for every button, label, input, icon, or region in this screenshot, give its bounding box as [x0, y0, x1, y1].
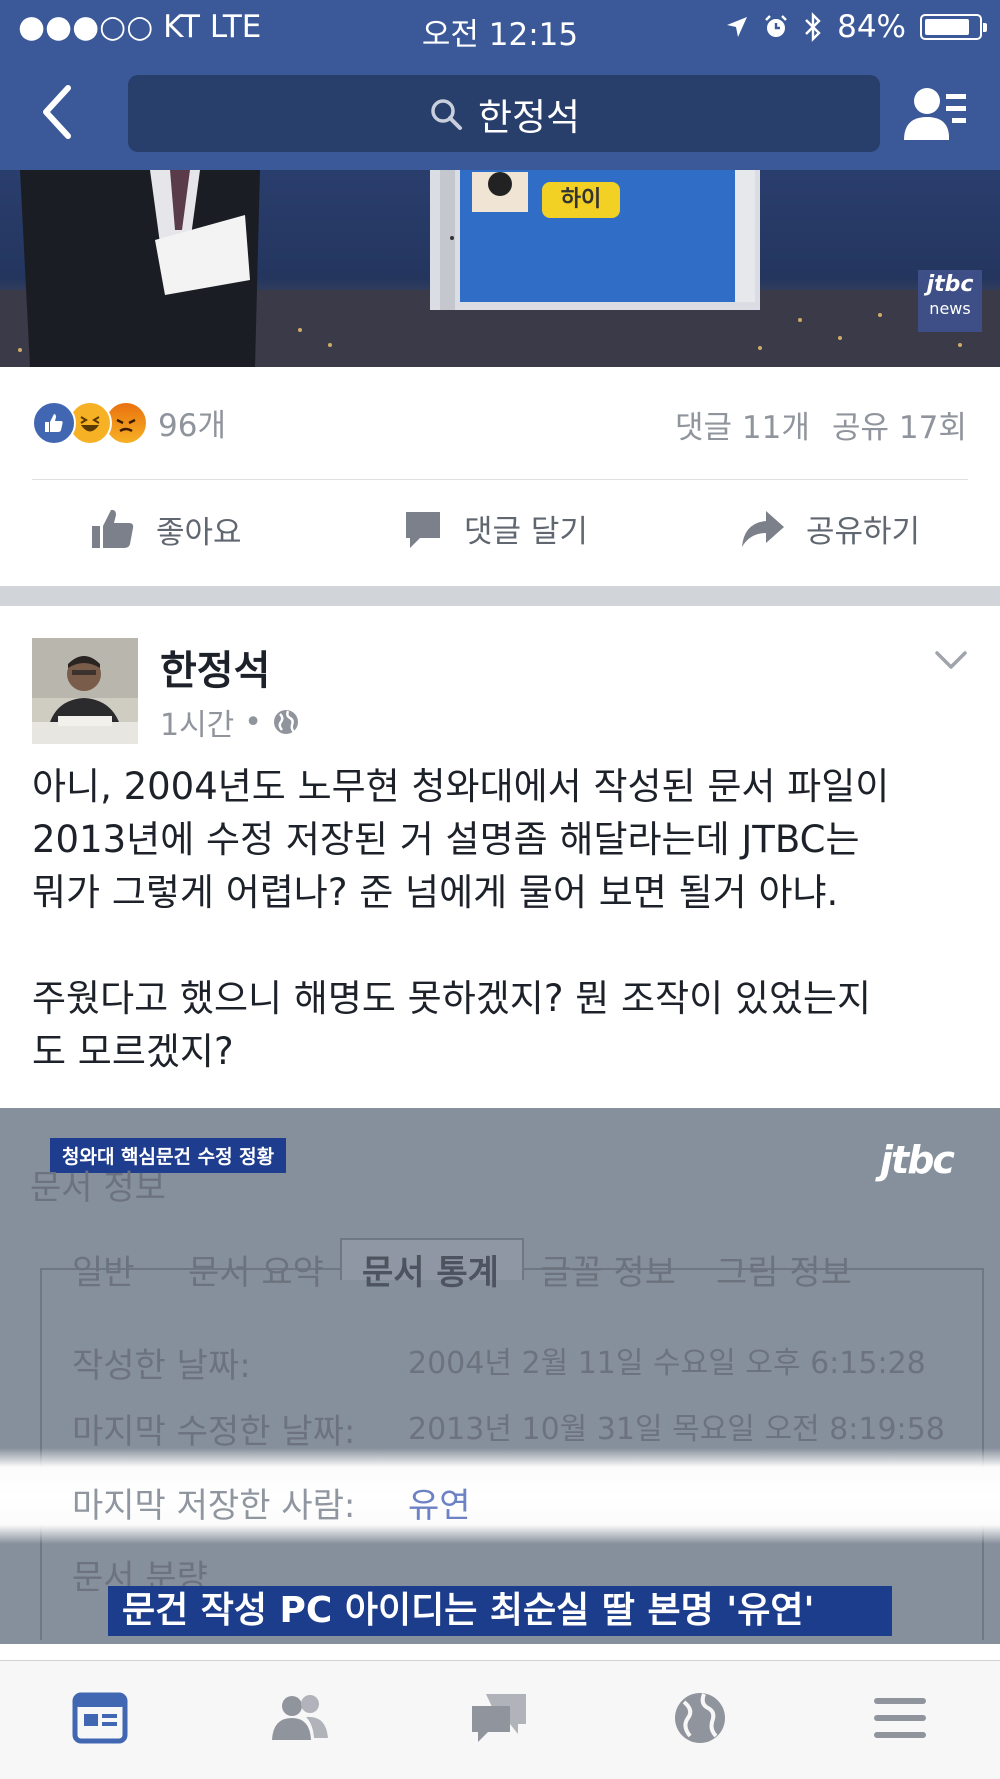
dialog-tab: 그림 정보 [716, 1253, 852, 1293]
comment-button[interactable]: 댓글 달기 [402, 506, 588, 551]
status-right: 84% [725, 9, 987, 45]
jtbc-logo-text: jtbc [926, 272, 974, 297]
info-label: 마지막 수정한 날짜: [72, 1412, 356, 1452]
post-body-text: 아니, 2004년도 노무현 청와대에서 작성된 문서 파일이 2013년에 수… [32, 760, 982, 1078]
info-label: 작성한 날짜: [72, 1346, 251, 1386]
public-globe-icon [274, 710, 298, 734]
avatar-photo [32, 638, 138, 744]
share-count[interactable]: 공유 17회 [832, 402, 967, 447]
location-arrow-icon [727, 17, 748, 37]
post-author-name[interactable]: 한정석 [160, 638, 270, 696]
friend-requests-icon[interactable] [900, 84, 970, 144]
post-time[interactable]: 1시간 [160, 700, 234, 744]
comment-count[interactable]: 댓글 11개 [675, 402, 810, 447]
menu-icon[interactable] [870, 1690, 930, 1746]
like-reaction-icon [32, 400, 76, 445]
jtbc-news-logo: jtbc news [918, 270, 982, 332]
highlight-value: 유연 [408, 1486, 471, 1526]
dialog-tab: 글꼴 정보 [540, 1253, 676, 1293]
dialog-tab: 일반 [72, 1253, 135, 1293]
news-logo-text: news [929, 299, 971, 318]
status-bar: ●●●○○ KT LTE 오전 12:15 84% [0, 0, 1000, 54]
news-caption: 문건 작성 PC 아이디는 최순실 딸 본명 '유연' [108, 1586, 892, 1636]
reaction-count: 96개 [158, 408, 226, 444]
reaction-summary[interactable]: 96개 [32, 400, 226, 445]
jtbc-logo: jtbc [880, 1138, 955, 1182]
share-arrow-icon [742, 510, 784, 547]
post-meta: 1시간 • [160, 700, 300, 744]
like-label: 좋아요 [156, 514, 242, 551]
post-line: 2013년에 수정 저장된 거 설명좀 해달라는데 JTBC는 [32, 818, 860, 861]
news-feed-icon[interactable] [70, 1690, 130, 1746]
battery-fill [925, 19, 969, 35]
search-icon [431, 98, 462, 130]
friends-icon[interactable] [270, 1690, 330, 1746]
dialog-title: 문서 정보 [30, 1168, 166, 1208]
back-chevron-icon[interactable] [38, 82, 78, 142]
search-query: 한정석 [477, 95, 581, 139]
bluetooth-icon [805, 12, 821, 42]
comment-bubble-icon [406, 511, 440, 548]
post-line: 도 모르겠지? [32, 1030, 234, 1073]
reaction-divider [32, 479, 968, 480]
battery-percent: 84% [837, 9, 906, 45]
chat-bubble: 하이 [542, 182, 620, 218]
share-label: 공유하기 [806, 514, 921, 550]
like-button[interactable]: 좋아요 [90, 506, 242, 552]
messages-icon[interactable] [470, 1690, 530, 1746]
video-frame-illustration [0, 170, 1000, 367]
alarm-icon [765, 15, 787, 37]
dialog-tab: 문서 요약 [188, 1253, 324, 1293]
notifications-globe-icon[interactable] [670, 1690, 730, 1746]
post-line: 뭐가 그렇게 어렵나? 준 넘에게 물어 보면 될거 아냐. [32, 871, 839, 914]
share-button[interactable]: 공유하기 [740, 506, 920, 551]
search-bar[interactable]: 한정석 [128, 75, 880, 152]
post-options-chevron-icon[interactable] [934, 648, 968, 674]
info-value: 2013년 10월 31일 목요일 오전 8:19:58 [408, 1412, 945, 1447]
highlight-label: 마지막 저장한 사람: [72, 1486, 356, 1526]
battery-icon [920, 14, 987, 40]
info-value: 2004년 2월 11일 수요일 오후 6:15:28 [408, 1346, 926, 1381]
comment-label: 댓글 달기 [464, 514, 588, 550]
post-line: 아니, 2004년도 노무현 청와대에서 작성된 문서 파일이 [32, 765, 890, 808]
shared-video-thumbnail[interactable]: 하이 jtbc news [0, 170, 1000, 367]
post-separator [0, 586, 1000, 606]
meta-separator: • [244, 704, 262, 740]
thumbs-up-icon [92, 509, 134, 548]
dialog-tab-active: 문서 통계 [362, 1253, 499, 1293]
author-avatar[interactable] [32, 638, 138, 744]
post-line: 주웠다고 했으니 해명도 못하겠지? 뭔 조작이 있었는지 [32, 977, 872, 1020]
